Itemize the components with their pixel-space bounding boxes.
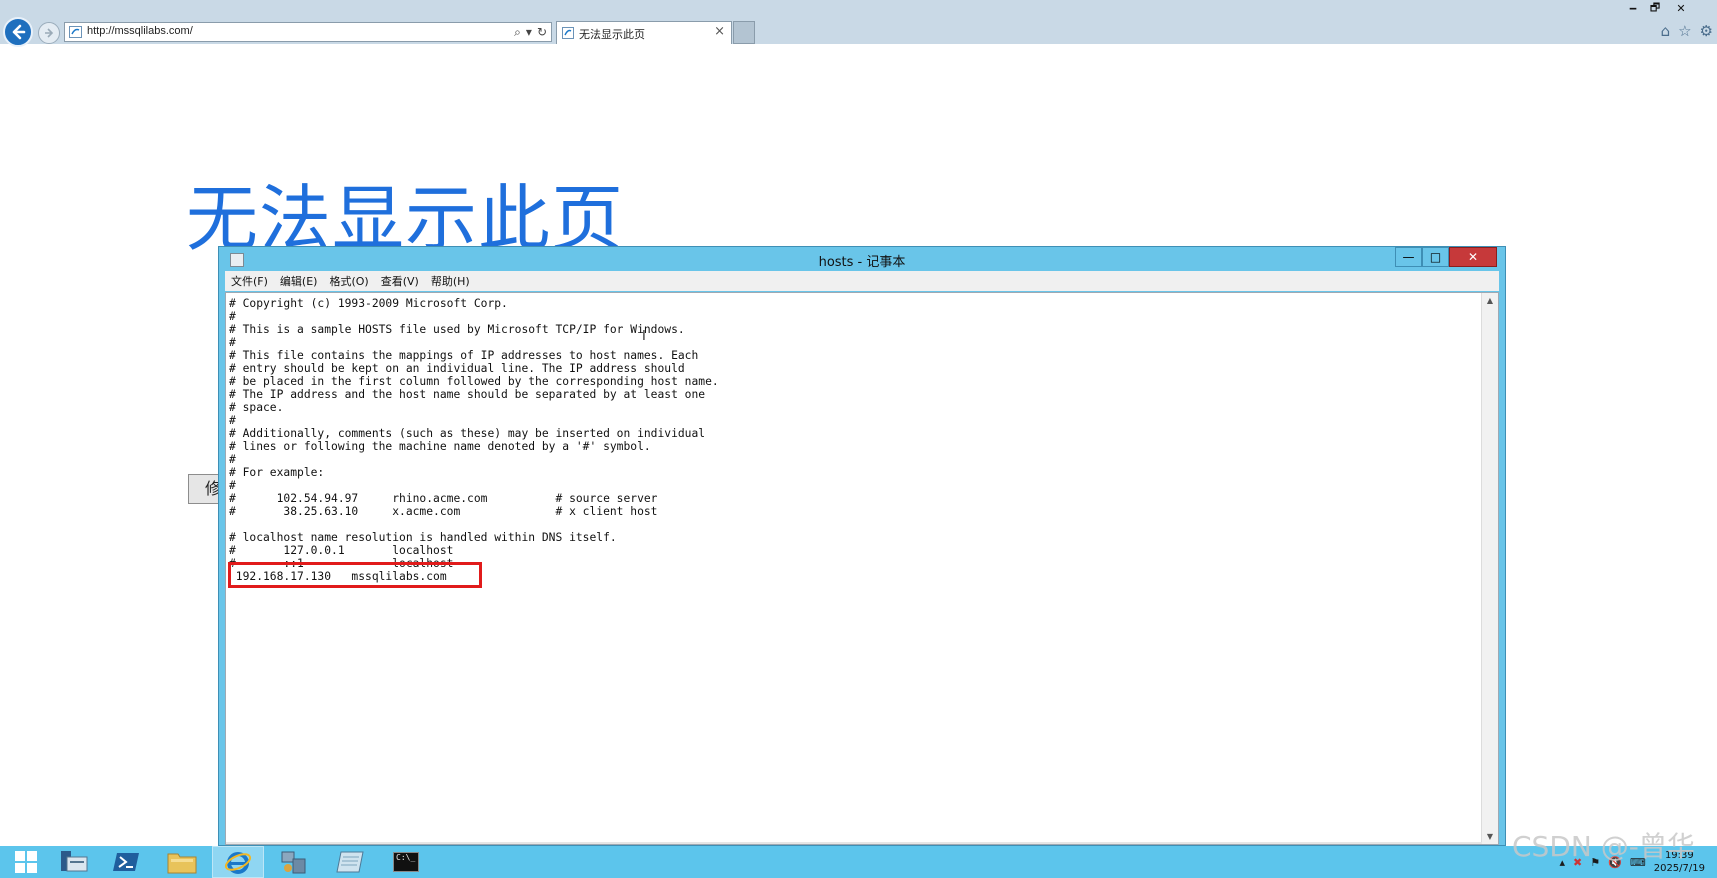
notepad-title: hosts - 记事本 <box>818 255 906 270</box>
scroll-up-icon[interactable]: ▲ <box>1482 293 1498 308</box>
ie-toolbar-icons: ⌂ ☆ ⚙ <box>1661 22 1713 40</box>
refresh-icon[interactable]: ↻ <box>537 23 547 41</box>
restore-icon[interactable]: 🗗 <box>1644 0 1666 16</box>
arrow-right-icon <box>45 28 54 38</box>
taskbar-powershell[interactable] <box>100 846 152 878</box>
maximize-icon[interactable]: □ <box>1422 247 1449 267</box>
horizontal-scrollbar[interactable] <box>226 842 1482 844</box>
menu-view[interactable]: 查看(V) <box>375 273 425 289</box>
home-icon[interactable]: ⌂ <box>1661 22 1671 40</box>
taskbar-server-manager[interactable] <box>48 846 100 878</box>
powershell-icon <box>113 853 139 871</box>
menu-help[interactable]: 帮助(H) <box>425 273 476 289</box>
tab-title: 无法显示此页 <box>579 28 645 41</box>
chevron-down-icon[interactable]: ▾ <box>526 23 532 41</box>
minimize-icon[interactable]: — <box>1395 247 1422 267</box>
taskbar-file-explorer[interactable] <box>156 846 208 878</box>
taskbar-network-tool[interactable] <box>268 846 320 878</box>
internet-explorer-icon <box>224 852 252 874</box>
close-icon[interactable]: ✕ <box>1666 0 1696 16</box>
menu-edit[interactable]: 编辑(E) <box>274 273 324 289</box>
notepad-window: hosts - 记事本 — □ ✕ 文件(F) 编辑(E) 格式(O) 查看(V… <box>218 246 1506 846</box>
vertical-scrollbar[interactable]: ▲ ▼ <box>1481 293 1498 844</box>
arrow-left-icon <box>12 24 26 40</box>
search-icon[interactable]: ⌕ <box>514 23 521 41</box>
minimize-icon[interactable]: 🗕 <box>1622 0 1644 16</box>
taskbar-internet-explorer[interactable] <box>212 846 264 878</box>
back-button[interactable] <box>3 17 33 47</box>
ie-page-icon <box>562 27 574 39</box>
notepad-editor[interactable]: # Copyright (c) 1993-2009 Microsoft Corp… <box>225 292 1499 845</box>
notepad-window-controls: — □ ✕ <box>1395 247 1497 267</box>
star-icon[interactable]: ☆ <box>1678 22 1691 40</box>
scroll-down-icon[interactable]: ▼ <box>1482 829 1498 844</box>
address-url[interactable]: http://mssqlilabs.com/ <box>87 25 193 37</box>
cmd-icon: C:\_ <box>393 852 419 872</box>
taskbar: C:\_ ▴ ✖ ⚑ 🔇 ⌨ 19:39 2025/7/19 <box>0 846 1717 878</box>
server-manager-icon <box>61 851 88 872</box>
menu-file[interactable]: 文件(F) <box>225 273 274 289</box>
browser-toolbar: http://mssqlilabs.com/ ⌕ ▾ ↻ 无法显示此页 × 🗕 … <box>0 0 1717 47</box>
forward-button[interactable] <box>38 22 60 44</box>
text-cursor-icon: I <box>642 329 646 344</box>
ie-page-icon <box>69 26 82 38</box>
gear-icon[interactable]: ⚙ <box>1700 22 1713 40</box>
notepad-menubar: 文件(F) 编辑(E) 格式(O) 查看(V) 帮助(H) <box>225 271 1499 291</box>
highlight-box <box>228 562 482 588</box>
address-bar[interactable]: http://mssqlilabs.com/ ⌕ ▾ ↻ <box>64 22 552 42</box>
close-icon[interactable]: ✕ <box>1449 247 1497 267</box>
close-icon[interactable]: × <box>714 24 725 39</box>
new-tab-button[interactable] <box>733 21 755 44</box>
start-button[interactable] <box>0 846 52 878</box>
taskbar-notepad[interactable] <box>324 846 376 878</box>
network-tool-icon <box>281 851 306 874</box>
notepad-icon <box>336 851 364 873</box>
menu-format[interactable]: 格式(O) <box>323 273 374 289</box>
browser-tab[interactable]: 无法显示此页 × <box>556 21 732 44</box>
taskbar-cmd[interactable]: C:\_ <box>380 846 432 878</box>
windows-icon <box>15 851 37 873</box>
watermark: CSDN @-曾华 <box>1512 830 1695 863</box>
window-controls: 🗕 🗗 ✕ <box>1622 0 1696 16</box>
folder-icon <box>167 853 197 874</box>
